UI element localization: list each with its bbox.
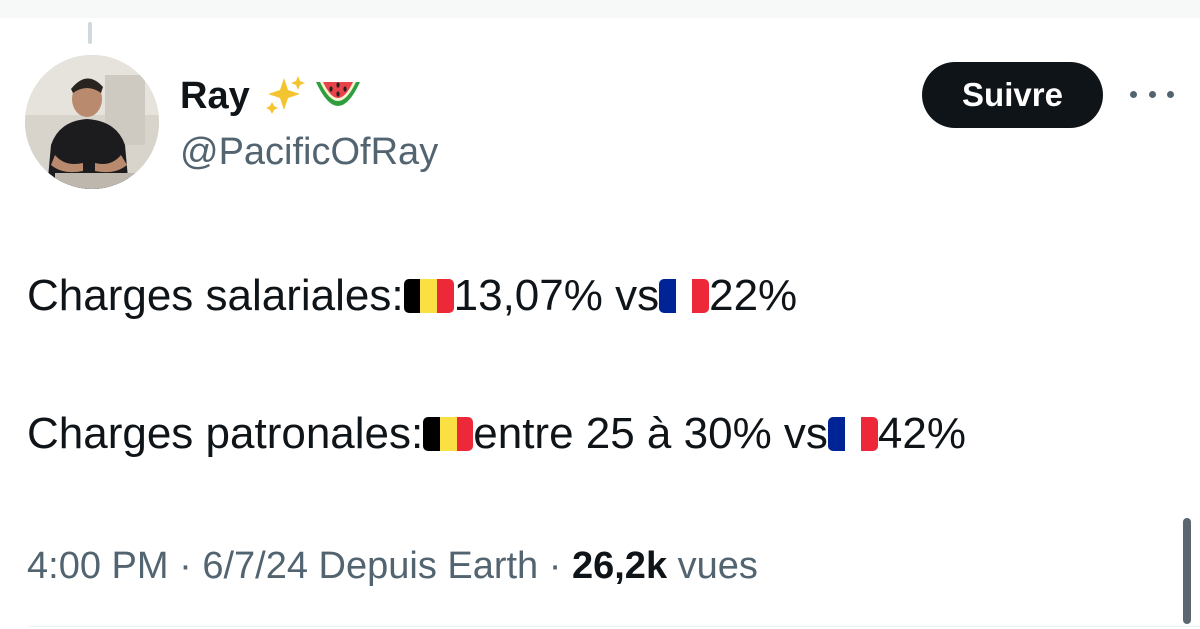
display-name[interactable]: Ray [180, 74, 250, 118]
author-name-row[interactable]: Ray [180, 74, 364, 118]
belgium-salary-value: 13,07% vs [453, 271, 660, 320]
belgium-flag-icon [423, 417, 474, 451]
belgium-employer-value: entre 25 à 30% vs [473, 409, 828, 458]
tweet-source: Depuis Earth [307, 545, 539, 587]
follow-button[interactable]: Suivre [922, 62, 1103, 128]
sparkles-icon [265, 76, 305, 114]
author-handle[interactable]: @PacificOfRay [180, 130, 438, 174]
france-flag-icon [827, 417, 878, 451]
dot [1130, 90, 1137, 98]
watermelon-icon [315, 82, 360, 106]
views-count[interactable]: 26,2k [572, 545, 667, 587]
belgium-flag-icon [403, 279, 454, 313]
tweet-text-line-1: Charges salariales: 13,07% vs 22% [27, 270, 797, 322]
dot [1148, 90, 1156, 98]
tweet-time[interactable]: 4:00 PM [27, 545, 169, 587]
tweet-date[interactable]: 6/7/24 [202, 545, 308, 587]
scrollbar[interactable] [1183, 518, 1191, 624]
separator: · [168, 545, 203, 587]
thread-connector-line [88, 22, 92, 44]
employer-charges-label: Charges patronales: [27, 409, 424, 458]
separator: · [538, 545, 572, 587]
divider [27, 626, 1200, 627]
tweet-metadata: 4:00 PM · 6/7/24 Depuis Earth · 26,2k vu… [27, 542, 758, 590]
more-options-icon[interactable] [1130, 82, 1174, 106]
france-flag-icon [659, 279, 710, 313]
france-employer-value: 42% [877, 409, 966, 458]
dot [1167, 90, 1174, 98]
france-salary-value: 22% [709, 271, 798, 320]
salary-charges-label: Charges salariales: [27, 271, 404, 320]
tweet-text-line-2: Charges patronales: entre 25 à 30% vs 42… [27, 408, 966, 460]
avatar[interactable] [25, 55, 159, 189]
name-emojis [262, 74, 364, 118]
previous-tweet-edge [0, 0, 1200, 18]
views-label: vues [667, 545, 758, 587]
